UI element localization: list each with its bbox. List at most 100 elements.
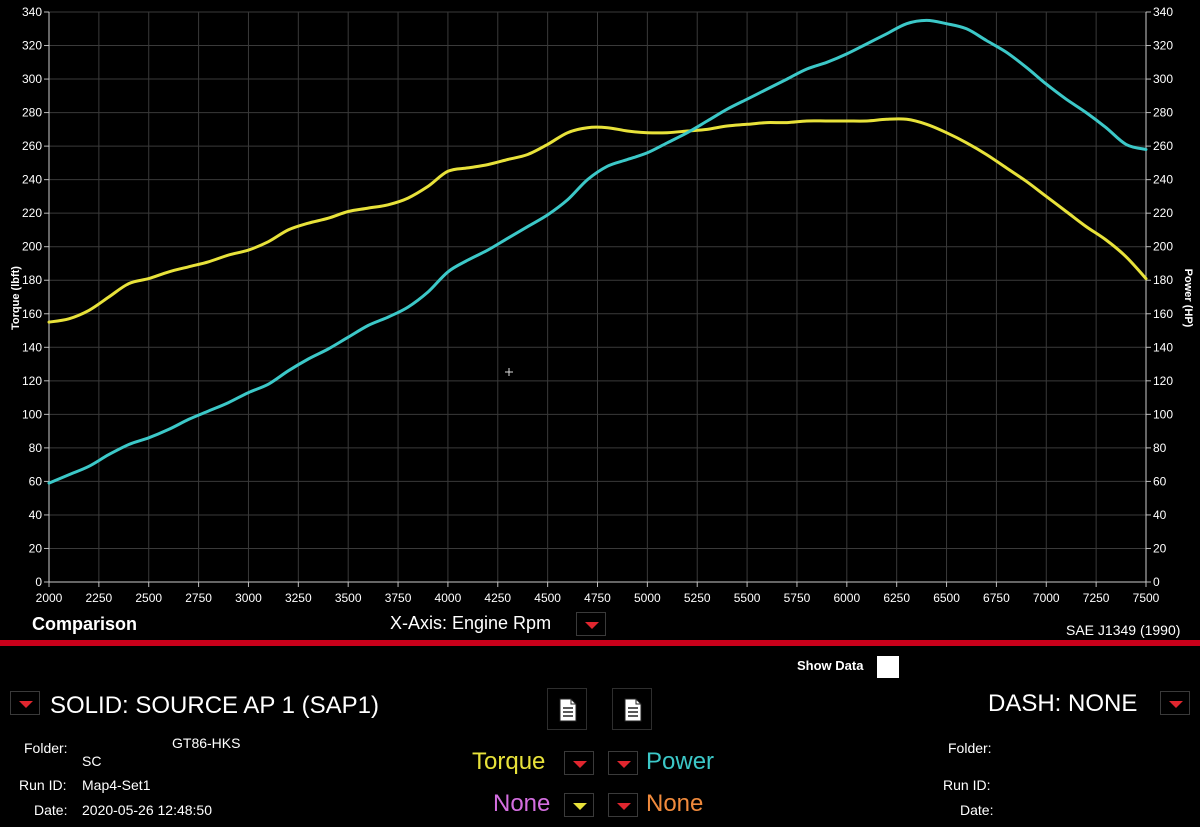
y-tick-label-left: 100 <box>22 407 42 421</box>
y-tick-label-left: 80 <box>29 441 43 455</box>
y-axis-label-right: Power (HP) <box>1182 269 1194 328</box>
solid-source-dropdown-button[interactable] <box>10 691 40 715</box>
channel-1-dropdown-button[interactable] <box>564 751 594 775</box>
channel-4-dropdown-button[interactable] <box>608 793 638 817</box>
right-tick-labels: 0 20 40 60 80 100 120 140 160 180 200 220 240 260 280 3… <box>1153 5 1173 589</box>
y-tick-label-left: 180 <box>22 273 42 287</box>
left-runid-label: Run ID: <box>19 777 67 793</box>
y-tick-label-right: 60 <box>1153 474 1167 488</box>
x-tick-label: 6250 <box>883 591 910 605</box>
right-date-label: Date: <box>960 802 994 818</box>
channel-3-label: None <box>493 790 551 817</box>
show-data-label: Show Data <box>797 658 864 673</box>
correction-standard: SAE J1349 (1990) <box>1066 622 1181 638</box>
y-tick-label-right: 80 <box>1153 441 1167 455</box>
y-tick-label-right: 240 <box>1153 173 1173 187</box>
channel-1-label: Torque <box>472 748 546 775</box>
left-folder-label: Folder: <box>24 740 68 756</box>
y-tick-label-left: 60 <box>29 474 43 488</box>
y-tick-label-left: 0 <box>35 575 42 589</box>
x-tick-labels: 2000 2250 2500 2750 3000 3250 3500 3750 4000 4250… <box>36 591 1160 605</box>
x-tick-label: 3000 <box>235 591 262 605</box>
open-document-button-1[interactable] <box>547 688 587 730</box>
cursor-crosshair-icon <box>505 368 513 376</box>
x-tick-label: 6750 <box>983 591 1010 605</box>
x-tick-label: 2500 <box>135 591 162 605</box>
y-tick-label-right: 120 <box>1153 374 1173 388</box>
y-tick-label-left: 20 <box>29 541 43 555</box>
channel-2-label: Power <box>646 748 715 775</box>
y-tick-label-right: 260 <box>1153 139 1173 153</box>
channel-3-dropdown-button[interactable] <box>564 793 594 817</box>
y-tick-label-left: 240 <box>22 173 42 187</box>
y-tick-label-right: 320 <box>1153 39 1173 53</box>
x-tick-label: 7500 <box>1133 591 1160 605</box>
y-tick-label-right: 220 <box>1153 206 1173 220</box>
y-tick-label-left: 200 <box>22 240 42 254</box>
y-tick-label-right: 140 <box>1153 340 1173 354</box>
left-folder-name: GT86-HKS <box>172 735 241 751</box>
x-axis-dropdown-button[interactable] <box>576 612 606 636</box>
x-tick-label: 3250 <box>285 591 312 605</box>
left-tick-labels: 0 20 40 60 80 100 120 140 160 180 200 220 240 260 280 3… <box>22 5 42 589</box>
y-tick-label-left: 320 <box>22 39 42 53</box>
x-tick-label: 4250 <box>484 591 511 605</box>
y-tick-label-right: 0 <box>1153 575 1160 589</box>
x-tick-label: 5750 <box>784 591 811 605</box>
y-tick-label-left: 340 <box>22 5 42 19</box>
y-tick-label-left: 220 <box>22 206 42 220</box>
x-tick-label: 6500 <box>933 591 960 605</box>
x-tick-label: 3500 <box>335 591 362 605</box>
channel-2-dropdown-button[interactable] <box>608 751 638 775</box>
x-tick-label: 2750 <box>185 591 212 605</box>
left-date-value: 2020-05-26 12:48:50 <box>82 802 212 818</box>
y-tick-label-right: 160 <box>1153 307 1173 321</box>
left-date-label: Date: <box>34 802 68 818</box>
dyno-chart: 0204060801001201401601802002202402602803… <box>10 5 1194 605</box>
solid-source-label: SOLID: SOURCE AP 1 (SAP1) <box>50 692 380 719</box>
y-tick-label-left: 120 <box>22 374 42 388</box>
x-tick-label: 2250 <box>86 591 113 605</box>
y-axis-label-left: Torque (lbft) <box>10 266 22 330</box>
x-tick-label: 2000 <box>36 591 63 605</box>
open-document-button-2[interactable] <box>612 688 652 730</box>
show-data-checkbox[interactable] <box>877 656 899 678</box>
y-tick-label-right: 180 <box>1153 273 1173 287</box>
y-tick-label-left: 260 <box>22 139 42 153</box>
x-tick-label: 4500 <box>534 591 561 605</box>
x-tick-label: 4000 <box>435 591 462 605</box>
x-tick-label: 3750 <box>385 591 412 605</box>
dash-source-dropdown-button[interactable] <box>1160 691 1190 715</box>
y-tick-label-left: 280 <box>22 106 42 120</box>
x-tick-label: 7250 <box>1083 591 1110 605</box>
x-tick-label: 7000 <box>1033 591 1060 605</box>
left-folder-value: SC <box>82 753 102 769</box>
divider-bar <box>0 640 1200 646</box>
x-tick-label: 5250 <box>684 591 711 605</box>
y-tick-label-left: 300 <box>22 72 42 86</box>
comparison-title: Comparison <box>32 614 138 634</box>
y-tick-label-right: 280 <box>1153 106 1173 120</box>
grid <box>48 11 1147 583</box>
left-runid-value: Map4-Set1 <box>82 777 151 793</box>
x-tick-label: 5000 <box>634 591 661 605</box>
y-tick-label-left: 160 <box>22 307 42 321</box>
y-tick-label-right: 300 <box>1153 72 1173 86</box>
document-icon <box>624 698 642 722</box>
y-tick-label-right: 200 <box>1153 240 1173 254</box>
right-folder-label: Folder: <box>948 740 992 756</box>
y-tick-label-right: 100 <box>1153 407 1173 421</box>
y-tick-label-left: 40 <box>29 508 43 522</box>
x-tick-label: 5500 <box>734 591 761 605</box>
y-tick-label-right: 340 <box>1153 5 1173 19</box>
y-tick-label-left: 140 <box>22 340 42 354</box>
y-tick-label-right: 40 <box>1153 508 1167 522</box>
document-icon <box>559 698 577 722</box>
x-tick-label: 6000 <box>833 591 860 605</box>
right-runid-label: Run ID: <box>943 777 991 793</box>
x-tick-label: 4750 <box>584 591 611 605</box>
channel-4-label: None <box>646 790 704 817</box>
x-axis-selector-label: X-Axis: Engine Rpm <box>390 613 552 633</box>
y-tick-label-right: 20 <box>1153 541 1167 555</box>
dash-source-label: DASH: NONE <box>988 690 1138 717</box>
